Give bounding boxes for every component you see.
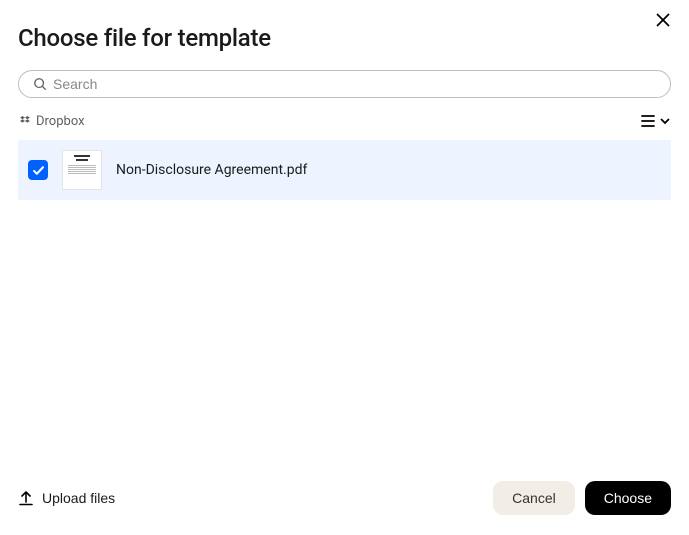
list-icon <box>639 112 657 130</box>
upload-files-button[interactable]: Upload files <box>18 490 115 506</box>
view-toggle[interactable] <box>639 112 671 130</box>
footer-actions: Cancel Choose <box>493 481 671 515</box>
file-checkbox[interactable] <box>28 160 48 180</box>
file-thumbnail <box>62 150 102 190</box>
chevron-down-icon <box>659 115 671 127</box>
close-button[interactable] <box>651 8 675 32</box>
file-row[interactable]: Non-Disclosure Agreement.pdf <box>18 140 671 200</box>
dropbox-icon <box>18 114 32 128</box>
file-list: Non-Disclosure Agreement.pdf <box>0 140 689 200</box>
choose-button[interactable]: Choose <box>585 481 671 515</box>
breadcrumb-label: Dropbox <box>36 114 85 129</box>
upload-icon <box>18 490 34 506</box>
upload-label: Upload files <box>42 490 115 506</box>
modal-title: Choose file for template <box>0 0 689 70</box>
breadcrumb-dropbox[interactable]: Dropbox <box>18 114 85 129</box>
cancel-button[interactable]: Cancel <box>493 481 575 515</box>
close-icon <box>655 12 671 28</box>
file-name: Non-Disclosure Agreement.pdf <box>116 162 307 178</box>
search-icon <box>33 77 47 91</box>
search-input[interactable] <box>53 76 656 92</box>
check-icon <box>32 164 45 177</box>
search-box[interactable] <box>18 70 671 98</box>
